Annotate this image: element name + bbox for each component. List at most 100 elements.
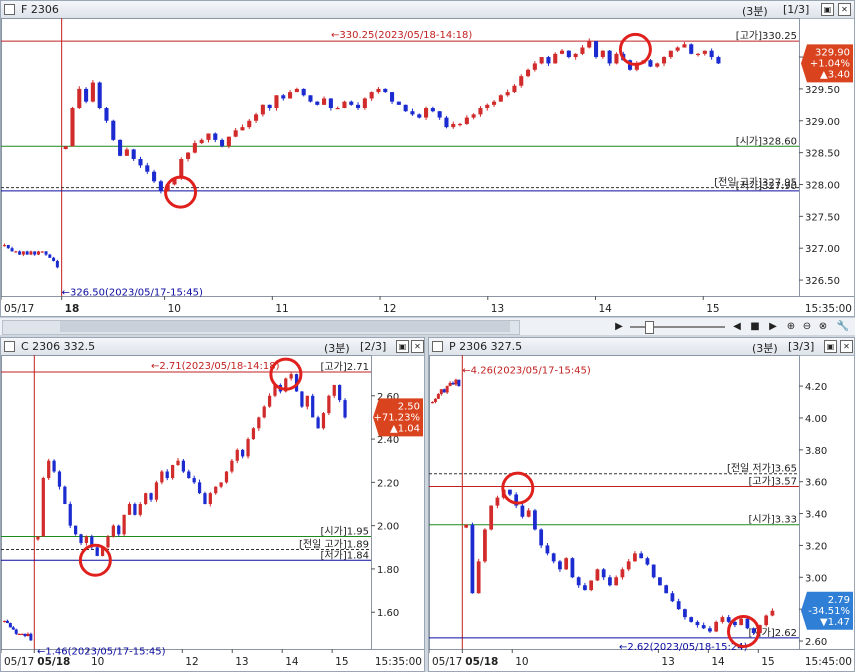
current-price-badge-text: 2.50 (398, 401, 420, 412)
next-icon[interactable]: ▶ (766, 320, 780, 333)
maximize-icon[interactable]: ▣ (821, 3, 834, 16)
maximize-icon[interactable]: ▣ (824, 340, 837, 353)
zoom-in-icon[interactable]: ⊕ (784, 320, 798, 333)
reference-line-label: [저가]1.84 (321, 549, 369, 561)
candle (267, 104, 272, 109)
candle (241, 449, 245, 457)
candle (343, 400, 347, 418)
candle (520, 505, 525, 517)
candle (369, 92, 374, 99)
candle (25, 251, 29, 255)
candle (564, 558, 569, 570)
close-icon[interactable]: ✕ (840, 340, 853, 353)
period-label: (3분) (324, 342, 350, 355)
candle (424, 108, 429, 118)
reference-line-label: [고가]330.25 (736, 30, 797, 42)
x-tick-label: 15:45:00 (805, 656, 852, 668)
reference-line-label: [전일 저가]3.65 (727, 463, 797, 475)
x-tick-label: 13 (661, 656, 674, 668)
panel-title-bar: P 2306 327.5 (3분) [3/3] ▣ ✕ (429, 338, 854, 356)
panel-checkbox[interactable] (4, 341, 15, 352)
maximize-icon[interactable]: ▣ (396, 340, 409, 353)
candle (160, 471, 164, 483)
current-price-badge-text: +71.23% (373, 412, 420, 423)
plot-area (429, 355, 800, 650)
extreme-price-annotation: ←330.25(2023/05/18-14:18) (331, 30, 472, 41)
scroll-right-arrow-icon[interactable]: ▶ (612, 320, 626, 333)
candle (720, 617, 725, 622)
x-tick-label: 05/18 (37, 656, 70, 668)
candle (505, 92, 510, 96)
candle (587, 41, 592, 48)
price-chart-put[interactable]: 4.204.003.803.603.403.203.002.802.6005/1… (429, 355, 854, 671)
reference-line-label: [시가]328.60 (736, 135, 797, 147)
candle (111, 120, 116, 140)
reference-line-label: [전일 고가]327.95 (714, 177, 797, 189)
candle (104, 108, 109, 121)
settings-wrench-icon[interactable]: 🔧 (836, 320, 850, 333)
x-tick-label: 12 (383, 303, 396, 315)
candle (14, 629, 18, 634)
candle (626, 561, 631, 570)
candle (349, 101, 354, 105)
scroll-thumb[interactable] (60, 321, 510, 332)
candle (20, 633, 24, 636)
reference-line-label: [고가]2.71 (321, 361, 369, 373)
page-indicator: [1/3] (783, 3, 810, 16)
candle (342, 101, 347, 109)
candle (558, 561, 562, 570)
panel-checkbox[interactable] (432, 341, 443, 352)
candle (8, 623, 12, 628)
reset-zoom-icon[interactable]: ⊗ (816, 320, 830, 333)
candle (10, 248, 14, 252)
candle (294, 88, 299, 93)
candle (485, 104, 490, 109)
price-chart-futures[interactable]: 330.00329.50329.00328.50328.00327.50327.… (1, 18, 854, 316)
reference-line-label: [시가]1.95 (321, 525, 369, 537)
zoom-slider-handle[interactable] (645, 321, 654, 334)
x-tick-label: 10 (168, 303, 181, 315)
candle (17, 633, 21, 636)
candle (117, 525, 121, 535)
y-tick-label: 1.60 (377, 608, 399, 619)
candle (124, 149, 129, 156)
chart-panel-call: C 2306 332.5 (3분) [2/3] ▣ ✕ 2.60 2.40 2.20… (0, 337, 425, 672)
y-tick-label: 326.50 (805, 276, 840, 287)
candle (751, 628, 756, 634)
candle (645, 558, 650, 565)
y-tick-label: 3.20 (805, 541, 827, 552)
chart-panel-put: P 2306 327.5 (3분) [3/3] ▣ ✕ 4.20 4.00 3.80… (428, 337, 855, 672)
price-chart-call[interactable]: 2.602.402.202.001.801.6005/17 05/18 10 12 13… (1, 355, 424, 671)
current-price-badge-text: +1.04% (810, 58, 850, 69)
candle (26, 633, 30, 637)
candle (52, 460, 56, 472)
candle (247, 120, 252, 128)
x-tick-label: 05/17 (4, 303, 34, 315)
candle (47, 460, 51, 479)
candle (658, 577, 662, 586)
candle (41, 478, 45, 537)
stop-icon[interactable]: ■ (748, 320, 762, 333)
candle (36, 536, 40, 540)
candle (526, 69, 531, 77)
x-tick-label: 15:35:00 (805, 303, 852, 315)
y-tick-label: 3.80 (805, 446, 827, 457)
candle (145, 165, 150, 172)
candle (410, 111, 415, 115)
page-indicator: [3/3] (788, 340, 815, 353)
reference-line-label: [시가]3.33 (749, 514, 797, 526)
close-icon[interactable]: ✕ (411, 340, 424, 353)
candle (445, 386, 449, 393)
candle (3, 245, 6, 247)
prev-icon[interactable]: ◀ (730, 320, 744, 333)
candle (154, 482, 159, 500)
close-icon[interactable]: ✕ (838, 3, 851, 16)
candle (668, 50, 673, 58)
panel-checkbox[interactable] (4, 4, 15, 15)
zoom-out-icon[interactable]: ⊖ (800, 320, 814, 333)
candle (165, 471, 169, 479)
candle (251, 428, 256, 440)
candle (23, 633, 27, 637)
candle (716, 57, 721, 64)
extreme-price-annotation: ←4.26(2023/05/17-15:45) (462, 366, 591, 377)
